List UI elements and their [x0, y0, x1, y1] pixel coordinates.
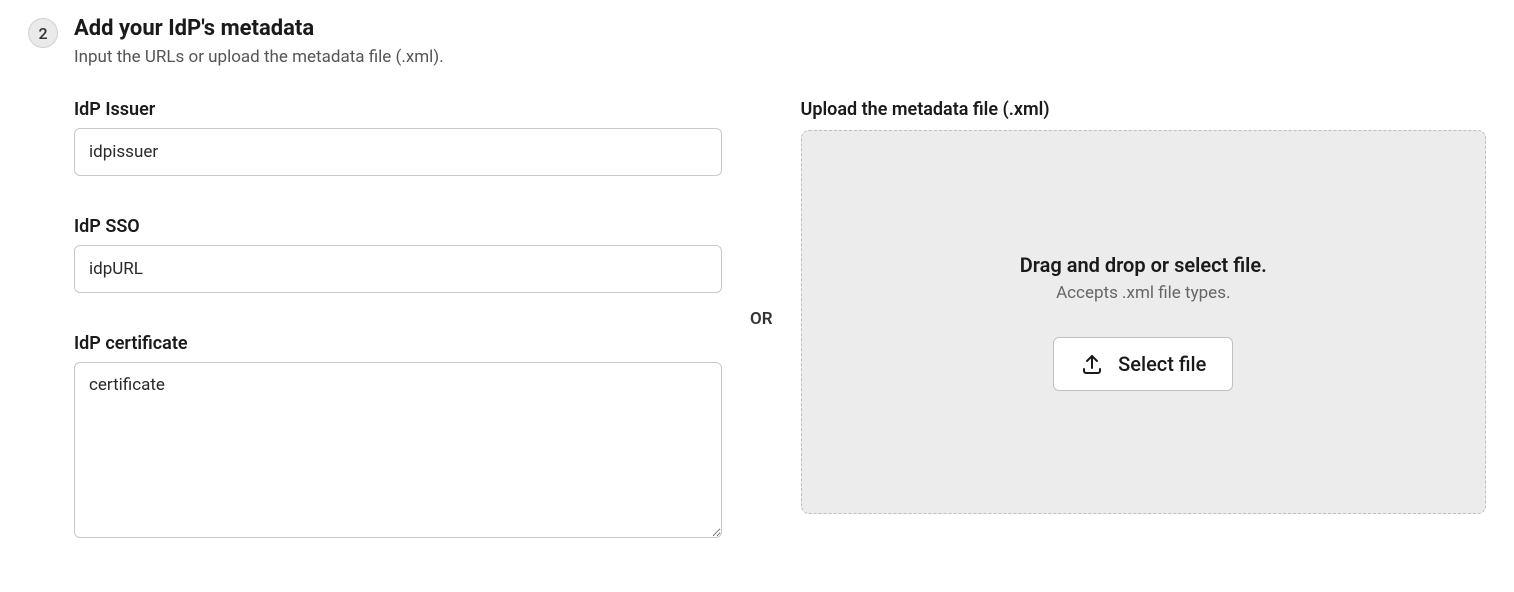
form-column: IdP Issuer IdP SSO IdP certificate [74, 99, 722, 538]
select-file-button[interactable]: Select file [1053, 337, 1233, 391]
step-body: Add your IdP's metadata Input the URLs o… [74, 16, 1486, 538]
dropzone-hint: Accepts .xml file types. [1056, 283, 1230, 303]
idp-sso-group: IdP SSO [74, 216, 722, 293]
idp-issuer-label: IdP Issuer [74, 99, 722, 120]
dropzone-title: Drag and drop or select file. [1020, 253, 1267, 277]
idp-certificate-group: IdP certificate [74, 333, 722, 538]
upload-label: Upload the metadata file (.xml) [801, 99, 1486, 120]
file-dropzone[interactable]: Drag and drop or select file. Accepts .x… [801, 130, 1486, 514]
or-separator: OR [750, 309, 773, 329]
idp-issuer-input[interactable] [74, 128, 722, 176]
idp-certificate-textarea[interactable] [74, 362, 722, 538]
upload-column: Upload the metadata file (.xml) Drag and… [801, 99, 1486, 514]
step-container: 2 Add your IdP's metadata Input the URLs… [28, 16, 1486, 538]
content-row: IdP Issuer IdP SSO IdP certificate OR Up… [74, 99, 1486, 538]
step-number-badge: 2 [28, 18, 58, 48]
idp-sso-input[interactable] [74, 245, 722, 293]
upload-icon [1080, 352, 1104, 376]
select-file-button-label: Select file [1118, 352, 1206, 376]
idp-certificate-label: IdP certificate [74, 333, 722, 354]
idp-sso-label: IdP SSO [74, 216, 722, 237]
idp-issuer-group: IdP Issuer [74, 99, 722, 176]
step-title: Add your IdP's metadata [74, 16, 1486, 41]
step-subtitle: Input the URLs or upload the metadata fi… [74, 47, 1486, 67]
